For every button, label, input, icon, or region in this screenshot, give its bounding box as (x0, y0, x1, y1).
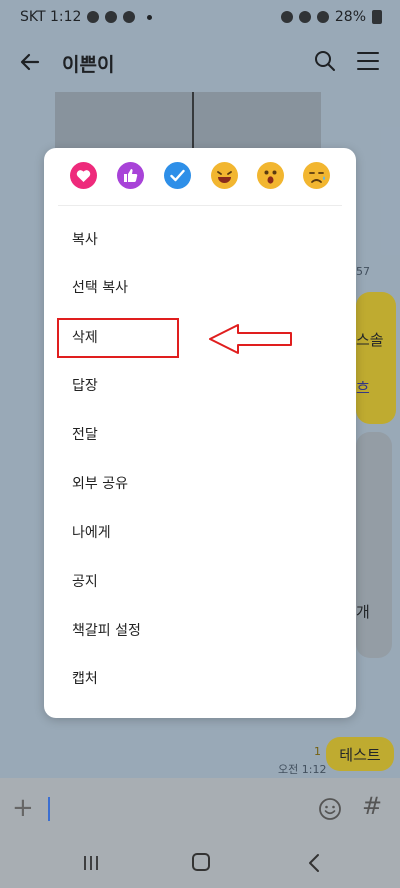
message-input-cursor[interactable] (48, 797, 50, 821)
red-arrow-annotation (209, 324, 292, 354)
menu-item-reply[interactable]: 답장 (72, 375, 98, 395)
reaction-row (44, 148, 356, 205)
surprised-reaction-icon[interactable] (257, 162, 284, 189)
plus-icon[interactable]: + (12, 795, 34, 821)
menu-item-forward[interactable]: 전달 (72, 424, 98, 444)
menu-item-copy[interactable]: 복사 (72, 229, 98, 249)
message-input-bar: + # (0, 778, 400, 840)
check-reaction-icon[interactable] (164, 162, 191, 189)
menu-item-to-me[interactable]: 나에게 (72, 522, 111, 542)
menu-item-external-share[interactable]: 외부 공유 (72, 473, 128, 493)
emoticon-icon[interactable] (318, 797, 342, 821)
menu-item-notice[interactable]: 공지 (72, 571, 98, 591)
sad-reaction-icon[interactable] (303, 162, 330, 189)
home-icon[interactable] (192, 853, 210, 871)
back-nav-icon[interactable] (306, 853, 322, 873)
menu-divider (58, 205, 342, 206)
menu-item-capture[interactable]: 캡처 (72, 668, 98, 688)
recent-apps-icon[interactable] (82, 854, 100, 872)
delete-highlight-box (57, 318, 179, 358)
laugh-reaction-icon[interactable] (211, 162, 238, 189)
hashtag-icon[interactable]: # (362, 792, 382, 820)
thumbs-up-reaction-icon[interactable] (117, 162, 144, 189)
menu-item-bookmark[interactable]: 책갈피 설정 (72, 620, 141, 640)
heart-reaction-icon[interactable] (70, 162, 97, 189)
system-nav-bar (0, 840, 400, 888)
message-context-menu: 복사 선택 복사 삭제 답장 전달 외부 공유 나에게 공지 책갈피 설정 캡처 (44, 148, 356, 718)
menu-item-select-copy[interactable]: 선택 복사 (72, 277, 128, 297)
